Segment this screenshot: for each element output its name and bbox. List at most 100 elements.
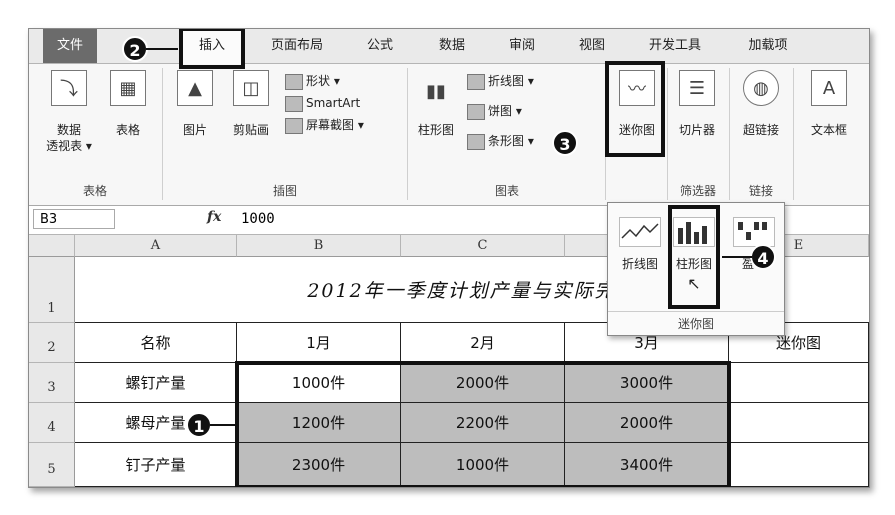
callout-badge-4: 4	[750, 244, 776, 270]
tab-developer[interactable]: 开发工具	[635, 29, 715, 63]
table-icon: ▦	[110, 70, 146, 106]
column-header-c[interactable]: C	[401, 235, 565, 257]
row-header-5[interactable]: 5	[29, 443, 75, 487]
pivot-table-icon: ⤵	[51, 70, 87, 106]
group-divider	[667, 68, 668, 200]
sparkline-button-highlight	[605, 61, 665, 157]
insert-tab-highlight	[179, 29, 245, 69]
tab-page-layout[interactable]: 页面布局	[257, 29, 337, 63]
line-sparkline-icon	[619, 217, 661, 247]
line-option-label: 折线图	[621, 257, 658, 271]
group-divider	[793, 68, 794, 200]
sparkline-line-option[interactable]: 折线图	[614, 213, 666, 299]
pivot-label-line1: 数据	[56, 123, 81, 137]
row-header-1[interactable]: 1	[29, 257, 75, 323]
line-chart-icon	[467, 73, 485, 90]
shapes-button[interactable]: 形状 ▾	[285, 70, 405, 92]
slicer-icon: ☰	[679, 70, 715, 106]
picture-label: 图片	[182, 123, 207, 137]
pie-chart-button[interactable]: 饼图 ▾	[467, 100, 605, 122]
table-cell[interactable]: 螺母产量	[75, 403, 237, 443]
clipart-icon: ◫	[233, 70, 269, 106]
tab-review[interactable]: 审阅	[497, 29, 547, 63]
chart-small-buttons: 折线图 ▾ 饼图 ▾ 条形图 ▾	[467, 70, 605, 152]
table-label: 表格	[115, 123, 140, 137]
sparkline-cell[interactable]	[729, 363, 869, 403]
header-cell-name[interactable]: 名称	[75, 323, 237, 363]
callout-badge-2: 2	[122, 36, 148, 62]
fx-label[interactable]: fx	[207, 209, 221, 225]
header-cell-jan[interactable]: 1月	[237, 323, 401, 363]
column-chart-label: 柱形图	[417, 123, 454, 137]
sparkline-cell[interactable]	[729, 443, 869, 487]
row-header-4[interactable]: 4	[29, 403, 75, 443]
callout-badge-1: 1	[186, 412, 212, 438]
shapes-icon	[285, 73, 303, 90]
tab-formulas[interactable]: 公式	[355, 29, 405, 63]
group-divider	[407, 68, 408, 200]
column-chart-button[interactable]: ▮▮ 柱形图	[411, 74, 461, 138]
bar-chart-button[interactable]: 条形图 ▾	[467, 130, 605, 152]
slicer-label: 切片器	[678, 123, 715, 137]
row-header-2[interactable]: 2	[29, 323, 75, 363]
table-cell[interactable]: 钉子产量	[75, 443, 237, 487]
formula-input[interactable]: 1000	[241, 209, 275, 229]
group-label-filter: 筛选器	[679, 184, 716, 198]
tab-data[interactable]: 数据	[427, 29, 477, 63]
table-button[interactable]: ▦ 表格	[103, 70, 153, 138]
ribbon-insert: ⤵ 数据 透视表 ▾ ▦ 表格 表格 ▲ 图片 ◫ 剪贴画 形状 ▾ Smart…	[29, 64, 869, 206]
header-cell-feb[interactable]: 2月	[401, 323, 565, 363]
sparkline-cell[interactable]	[729, 403, 869, 443]
group-divider	[162, 68, 163, 200]
group-label-charts: 图表	[494, 184, 519, 198]
select-all-corner[interactable]	[29, 235, 75, 257]
column-option-label: 柱形图	[675, 257, 712, 271]
smartart-label: SmartArt	[306, 96, 361, 110]
screenshot-button[interactable]: 屏幕截图 ▾	[285, 114, 405, 136]
table-cell[interactable]: 螺钉产量	[75, 363, 237, 403]
smartart-button[interactable]: SmartArt	[285, 92, 405, 114]
group-label-illustrations: 插图	[272, 184, 297, 198]
bar-chart-label: 条形图 ▾	[488, 134, 534, 148]
sparkline-column-option[interactable]: 柱形图 ↖	[668, 205, 720, 309]
group-divider	[729, 68, 730, 200]
column-sparkline-icon	[673, 217, 715, 247]
textbox-button[interactable]: A 文本框	[801, 70, 857, 138]
slicer-button[interactable]: ☰ 切片器	[671, 70, 723, 138]
textbox-label: 文本框	[810, 123, 847, 137]
winloss-sparkline-icon	[733, 217, 775, 247]
row-header-3[interactable]: 3	[29, 363, 75, 403]
callout-line-1	[210, 424, 238, 426]
tab-addins[interactable]: 加载项	[733, 29, 803, 63]
shapes-label: 形状 ▾	[306, 74, 340, 88]
hyperlink-button[interactable]: ◍ 超链接	[735, 70, 787, 138]
line-chart-label: 折线图 ▾	[488, 74, 534, 88]
smartart-icon	[285, 95, 303, 112]
pie-chart-icon	[467, 103, 485, 120]
excel-window: 文件 插入 页面布局 公式 数据 审阅 视图 开发工具 加载项 ⤵ 数据 透视表…	[28, 28, 870, 488]
data-range-highlight	[235, 361, 731, 487]
picture-icon: ▲	[177, 70, 213, 106]
pie-chart-label: 饼图 ▾	[488, 104, 522, 118]
clipart-button[interactable]: ◫ 剪贴画	[225, 70, 277, 138]
callout-line-2	[146, 48, 178, 50]
column-header-a[interactable]: A	[75, 235, 237, 257]
group-label-tables: 表格	[82, 184, 107, 198]
clipart-label: 剪贴画	[232, 123, 269, 137]
textbox-icon: A	[811, 70, 847, 106]
bar-chart-icon	[467, 133, 485, 150]
mouse-cursor-icon: ↖	[687, 274, 701, 293]
sparkline-menu-group-label: 迷你图	[608, 311, 784, 332]
ribbon-tab-bar: 文件 插入 页面布局 公式 数据 审阅 视图 开发工具 加载项	[29, 29, 869, 64]
column-header-b[interactable]: B	[237, 235, 401, 257]
hyperlink-label: 超链接	[742, 123, 779, 137]
screenshot-label: 屏幕截图 ▾	[306, 118, 364, 132]
line-chart-button[interactable]: 折线图 ▾	[467, 70, 605, 92]
pivot-label-line2: 透视表 ▾	[46, 139, 92, 153]
picture-button[interactable]: ▲ 图片	[171, 70, 219, 138]
tab-view[interactable]: 视图	[567, 29, 617, 63]
pivot-table-button[interactable]: ⤵ 数据 透视表 ▾	[43, 70, 95, 154]
callout-line-4	[722, 256, 752, 258]
tab-file[interactable]: 文件	[43, 29, 97, 63]
name-box[interactable]: B3	[33, 209, 115, 229]
